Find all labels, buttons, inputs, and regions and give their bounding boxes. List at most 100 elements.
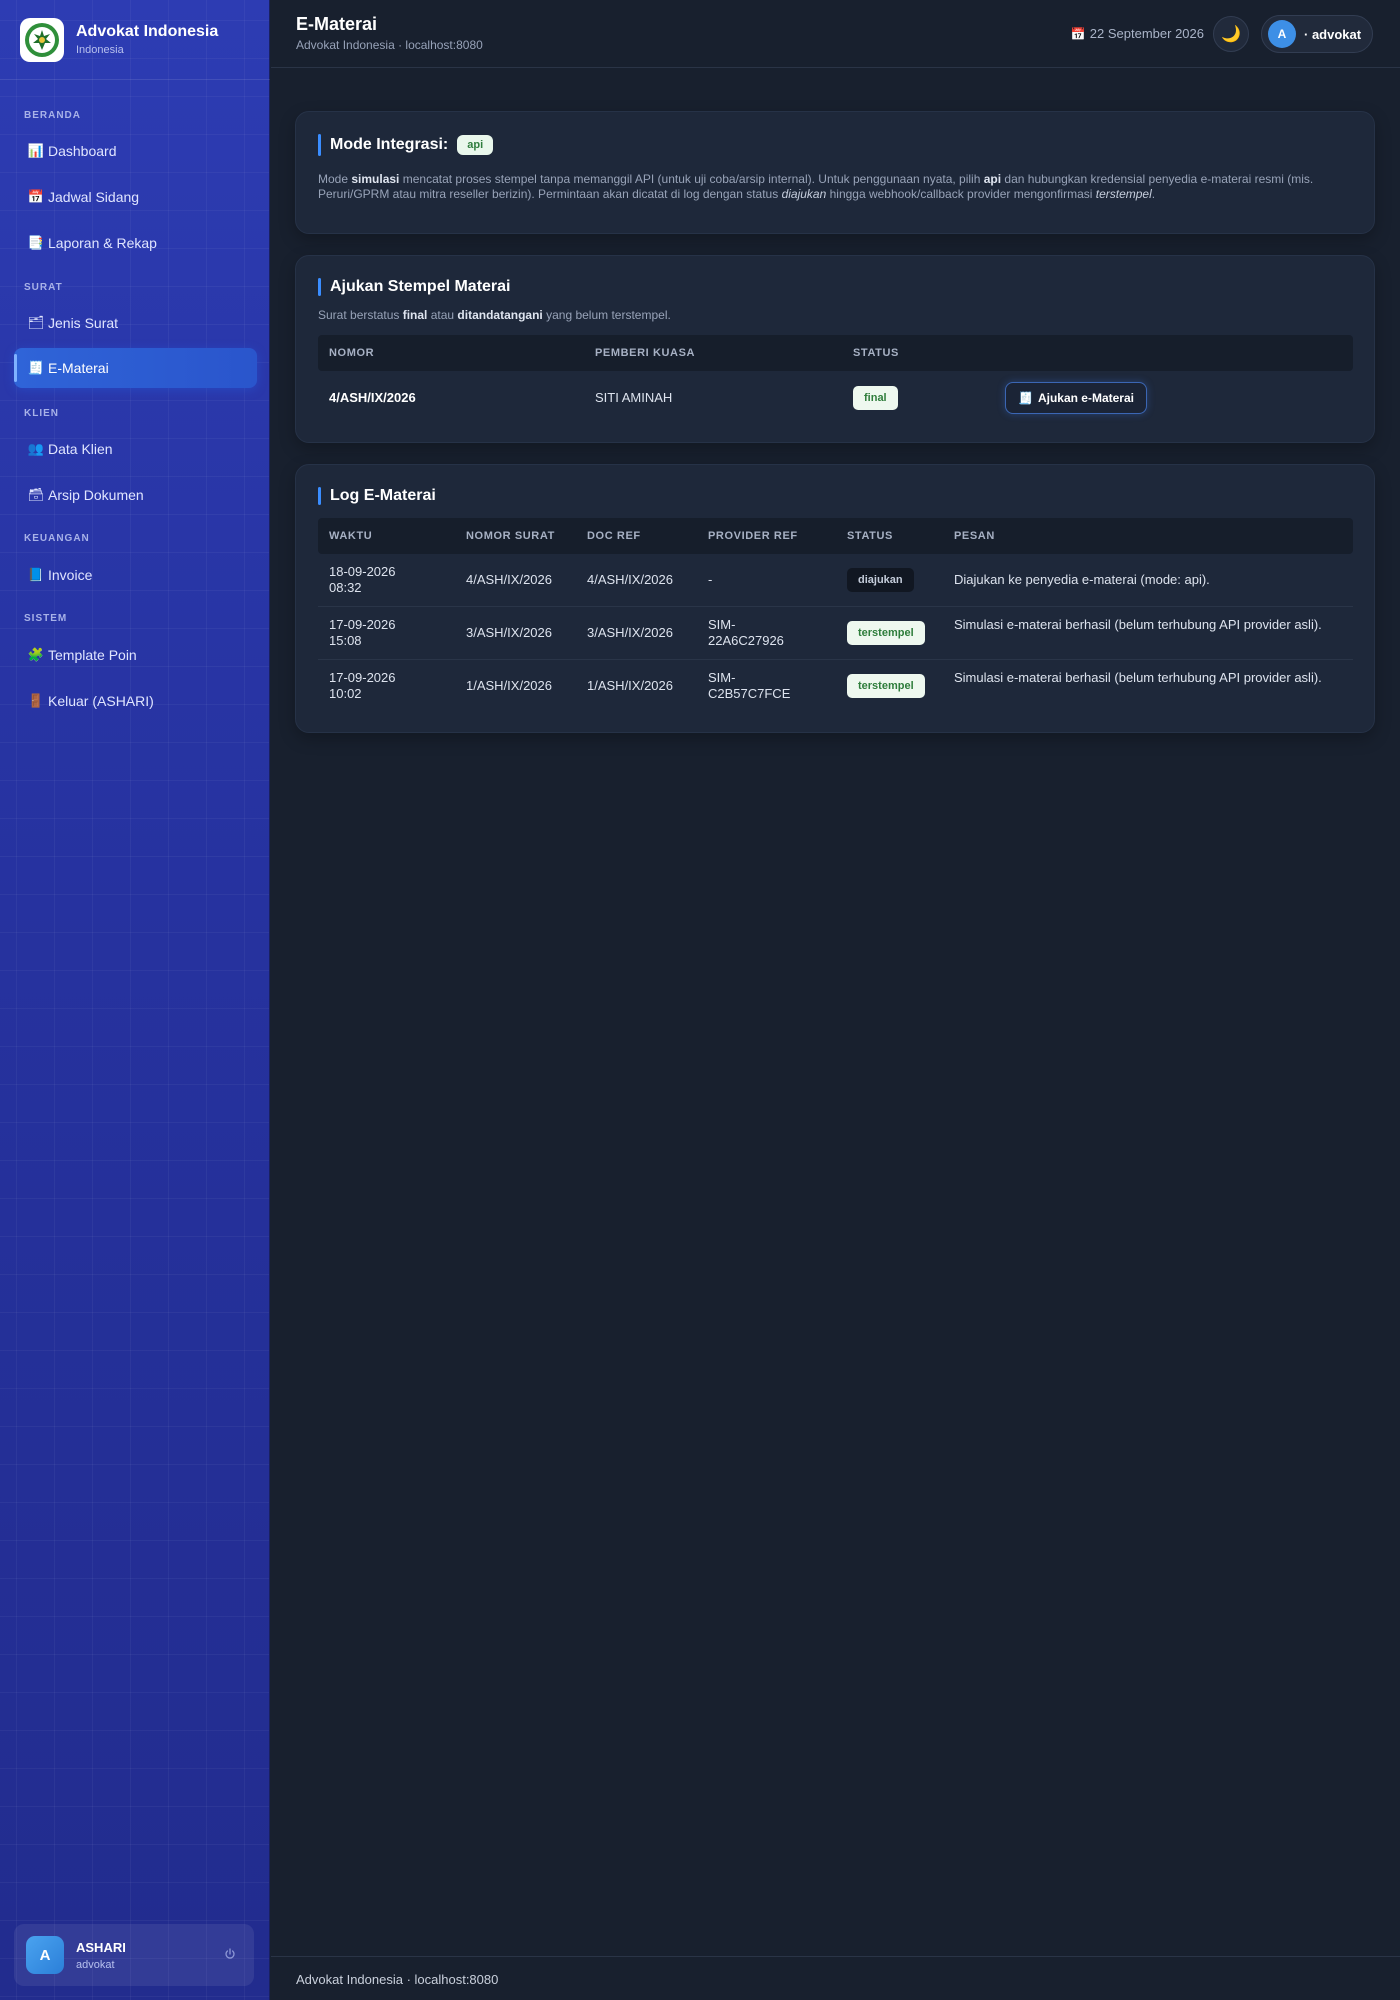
sidebar-item-data-klien[interactable]: 👥 Data Klien — [14, 429, 257, 469]
cell-date: 17-09-2026 — [329, 617, 396, 632]
provider-ref-line: SIM- — [708, 617, 736, 632]
table-row: 17-09-2026 10:02 1/ASH/IX/2026 1/ASH/IX/… — [318, 660, 1353, 713]
sidebar-item-label: Data Klien — [48, 441, 113, 457]
account-menu-button[interactable]: A · advokat — [1261, 15, 1373, 53]
sidebar-item-label: Invoice — [48, 567, 93, 583]
footer: Advokat Indonesia · localhost:8080 — [271, 1956, 1400, 2000]
cell-date: 18-09-2026 — [329, 564, 396, 579]
column-header-status: STATUS — [853, 347, 899, 359]
section-label-keuangan: KEUANGAN — [24, 533, 90, 544]
sidebar-item-label: Dashboard — [48, 143, 117, 159]
sidebar-item-jenis-surat[interactable]: 🗂 Jenis Surat — [14, 303, 257, 343]
desc-text: hingga webhook/callback provider mengonf… — [826, 187, 1096, 201]
table-row: 18-09-2026 08:32 4/ASH/IX/2026 4/ASH/IX/… — [318, 554, 1353, 607]
status-badge: final — [853, 386, 898, 410]
cell-doc-ref: 1/ASH/IX/2026 — [587, 678, 673, 693]
sidebar-item-label: Laporan & Rekap — [48, 235, 157, 251]
sidebar-item-invoice[interactable]: 📘 Invoice — [14, 555, 257, 595]
garuda-emblem-icon — [25, 22, 59, 57]
sidebar-item-label: E-Materai — [48, 360, 109, 376]
sidebar-item-keluar[interactable]: 🚪 Keluar (ASHARI) — [14, 681, 257, 721]
ajukan-e-materai-button[interactable]: 🧾 Ajukan e-Materai — [1005, 382, 1147, 414]
cell-waktu: 17-09-2026 10:02 — [329, 670, 396, 702]
power-icon[interactable] — [222, 1946, 238, 1962]
user-card[interactable]: A ASHARI advokat — [14, 1924, 254, 1986]
submit-description: Surat berstatus final atau ditandatangan… — [318, 308, 671, 323]
table-header: WAKTU NOMOR SURAT DOC REF PROVIDER REF S… — [318, 518, 1353, 554]
status-badge: terstempel — [847, 674, 925, 698]
sidebar-item-label: Template Poin — [48, 647, 137, 663]
bar-chart-icon: 📊 — [27, 143, 45, 158]
section-label-klien: KLIEN — [24, 408, 59, 419]
sidebar: Advokat Indonesia Indonesia BERANDA 📊 Da… — [0, 0, 270, 2000]
provider-ref-line: - — [708, 572, 713, 587]
card-title: Ajukan Stempel Materai — [318, 278, 511, 296]
desc-emphasis: terstempel — [1095, 187, 1152, 201]
desc-text: yang belum terstempel. — [542, 308, 671, 322]
mode-integrasi-card: Mode Integrasi: api Mode simulasi mencat… — [295, 111, 1375, 234]
column-header-provider-ref: PROVIDER REF — [708, 530, 798, 542]
card-title-text: Mode Integrasi: — [330, 136, 449, 153]
calendar-icon: 📅 — [27, 189, 45, 204]
button-label: Ajukan e-Materai — [1037, 391, 1134, 405]
folder-icon: 🗂 — [27, 315, 45, 330]
user-name: ASHARI — [76, 1939, 126, 1955]
table-header: NOMOR PEMBERI KUASA STATUS — [318, 335, 1353, 371]
sidebar-item-e-materai[interactable]: 🧾 E-Materai — [14, 348, 257, 388]
provider-ref-line: C2B57C7FCE — [708, 686, 791, 701]
desc-emphasis: diajukan — [781, 187, 827, 201]
theme-toggle-button[interactable]: 🌙 — [1213, 16, 1249, 52]
cell-provider-ref: - — [708, 572, 712, 588]
status-badge: terstempel — [847, 621, 925, 645]
top-header: E-Materai Advokat Indonesia · localhost:… — [271, 0, 1400, 68]
card-title: Mode Integrasi: api — [318, 134, 494, 156]
section-label-beranda: BERANDA — [24, 110, 81, 121]
table-row: 4/ASH/IX/2026 SITI AMINAH final 🧾 Ajukan… — [318, 371, 1353, 425]
users-icon: 👥 — [27, 441, 45, 456]
mode-badge: api — [457, 135, 494, 155]
log-e-materai-card: Log E-Materai WAKTU NOMOR SURAT DOC REF … — [295, 464, 1375, 733]
page-title: E-Materai — [296, 14, 378, 34]
sidebar-item-label: Jenis Surat — [48, 315, 119, 331]
brand-subtitle: Indonesia — [76, 44, 124, 56]
column-header-status: STATUS — [847, 530, 893, 542]
cell-doc-ref: 3/ASH/IX/2026 — [587, 625, 673, 640]
desc-text: . — [1151, 187, 1156, 201]
puzzle-icon: 🧩 — [27, 647, 45, 662]
cell-pesan: Diajukan ke penyedia e-materai (mode: ap… — [954, 572, 1210, 587]
sidebar-item-template-poin[interactable]: 🧩 Template Poin — [14, 635, 257, 675]
cell-provider-ref: SIM- C2B57C7FCE — [708, 670, 790, 702]
brand[interactable]: Advokat Indonesia Indonesia — [0, 0, 270, 80]
cell-time: 15:08 — [329, 633, 362, 648]
moon-icon: 🌙 — [1221, 26, 1241, 43]
sidebar-item-arsip-dokumen[interactable]: 🗃 Arsip Dokumen — [14, 475, 257, 515]
column-header-doc-ref: DOC REF — [587, 530, 641, 542]
sidebar-item-jadwal-sidang[interactable]: 📅 Jadwal Sidang — [14, 177, 257, 217]
cell-waktu: 18-09-2026 08:32 — [329, 564, 396, 596]
receipt-icon: 🧾 — [27, 360, 45, 375]
ajukan-stempel-card: Ajukan Stempel Materai Surat berstatus f… — [295, 255, 1375, 443]
desc-text: mencatat proses stempel tanpa memanggil … — [399, 172, 984, 186]
desc-strong: simulasi — [351, 172, 400, 186]
account-label: · advokat — [1304, 26, 1362, 42]
date-text: 22 September 2026 — [1089, 26, 1204, 41]
cell-nomor-surat: 3/ASH/IX/2026 — [466, 625, 552, 640]
column-header-pesan: PESAN — [954, 530, 995, 542]
sidebar-item-dashboard[interactable]: 📊 Dashboard — [14, 131, 257, 171]
door-icon: 🚪 — [27, 693, 45, 708]
desc-strong: ditandatangani — [457, 308, 543, 322]
cell-provider-ref: SIM- 22A6C27926 — [708, 617, 784, 649]
cell-doc-ref: 4/ASH/IX/2026 — [587, 572, 673, 587]
cell-nomor: 4/ASH/IX/2026 — [329, 390, 416, 405]
table-row: 17-09-2026 15:08 3/ASH/IX/2026 3/ASH/IX/… — [318, 607, 1353, 660]
column-header-waktu: WAKTU — [329, 530, 373, 542]
archive-icon: 🗃 — [27, 487, 45, 502]
receipt-icon: 🧾 — [1018, 391, 1033, 405]
cell-time: 08:32 — [329, 580, 362, 595]
cell-waktu: 17-09-2026 15:08 — [329, 617, 396, 649]
sidebar-item-laporan-rekap[interactable]: 📑 Laporan & Rekap — [14, 223, 257, 263]
avatar: A — [1268, 20, 1296, 48]
desc-text: Mode — [318, 172, 352, 186]
cell-nomor-surat: 1/ASH/IX/2026 — [466, 678, 552, 693]
section-label-sistem: SISTEM — [24, 613, 68, 624]
